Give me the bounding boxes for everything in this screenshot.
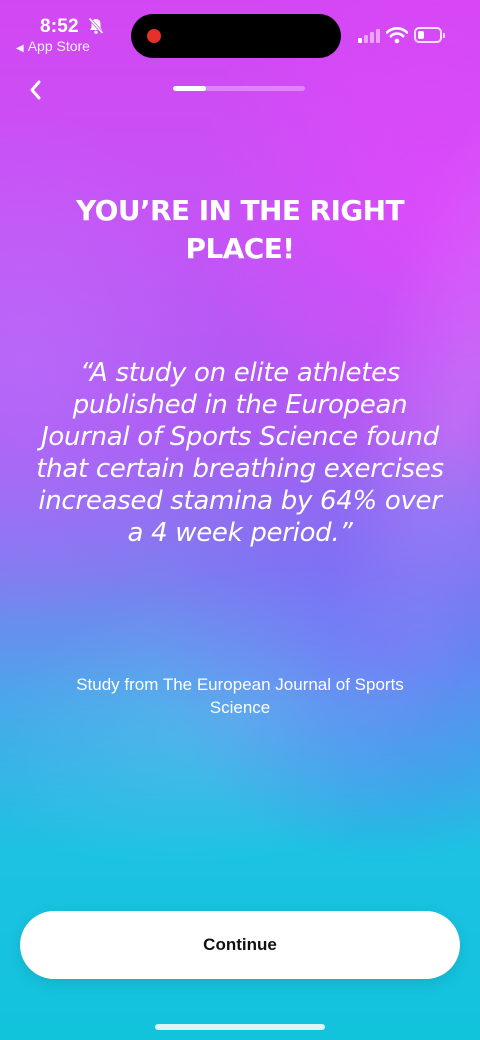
study-quote: “A study on elite athletes published in … bbox=[36, 358, 444, 548]
headline: YOU’RE IN THE RIGHT PLACE! bbox=[76, 194, 405, 265]
recording-indicator-icon bbox=[147, 29, 161, 43]
battery-icon bbox=[414, 27, 445, 43]
battery-level bbox=[418, 31, 424, 39]
status-bar: 8:52 ◀ App Store bbox=[0, 0, 480, 70]
study-source: Study from The European Journal of Sport… bbox=[76, 675, 404, 717]
back-app-label: App Store bbox=[27, 38, 90, 54]
chevron-left-icon bbox=[30, 80, 41, 100]
status-time: 8:52 bbox=[40, 16, 79, 37]
progress-fill bbox=[173, 86, 206, 91]
home-indicator[interactable] bbox=[155, 1024, 325, 1030]
dynamic-island bbox=[131, 14, 341, 58]
onboarding-progress-bar bbox=[173, 86, 305, 91]
back-triangle-icon: ◀ bbox=[16, 43, 24, 54]
wifi-icon bbox=[386, 27, 408, 44]
bell-slash-icon bbox=[88, 17, 104, 35]
back-to-app-store-link[interactable]: ◀ App Store bbox=[16, 38, 90, 54]
back-button[interactable] bbox=[22, 76, 50, 104]
continue-button[interactable]: Continue bbox=[20, 911, 460, 979]
cellular-signal-icon bbox=[358, 29, 380, 43]
